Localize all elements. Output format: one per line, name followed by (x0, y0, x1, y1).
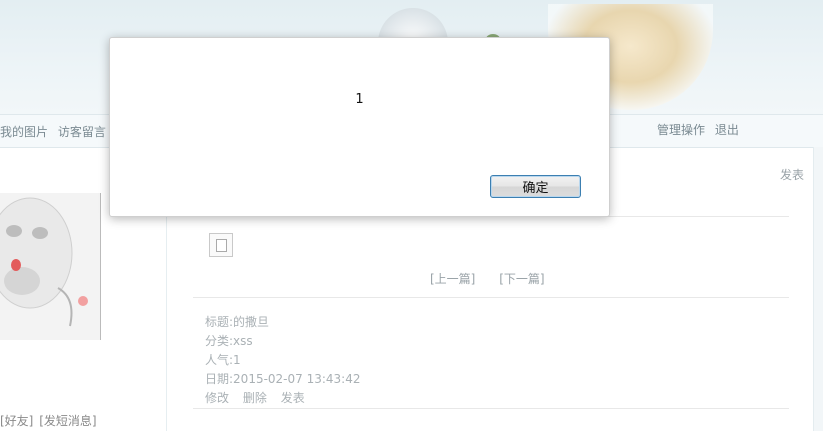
nav-guestbook[interactable]: 访客留言 (58, 125, 106, 139)
post-popularity: 人气:1 (205, 353, 241, 367)
nav-right: 管理操作 退出 (657, 121, 745, 138)
post-actions: 修改 删除 发表 (205, 389, 361, 408)
post-date: 日期:2015-02-07 13:43:42 (205, 372, 361, 386)
nav-my-pictures[interactable]: 我的图片 (0, 125, 48, 139)
sidebar-links: [好友] [发短消息] (0, 412, 99, 429)
ok-button[interactable]: 确定 (490, 175, 581, 198)
nav-logout[interactable]: 退出 (715, 123, 739, 137)
sidebar-message-link[interactable]: [发短消息] (39, 414, 96, 428)
prev-post-link[interactable]: [上一篇] (430, 272, 475, 286)
post-link[interactable]: 发表 (780, 166, 804, 183)
next-post-link[interactable]: [下一篇] (499, 272, 544, 286)
delete-link[interactable]: 删除 (243, 391, 267, 405)
edit-link[interactable]: 修改 (205, 391, 229, 405)
nav-left: 我的图片 访客留言 (0, 123, 112, 140)
avatar-illustration (0, 197, 88, 327)
sidebar-friends-link[interactable]: [好友] (0, 414, 33, 428)
publish-link[interactable]: 发表 (281, 391, 305, 405)
post-pager: [上一篇] [下一篇] (430, 270, 565, 287)
scrollbar[interactable] (813, 147, 823, 431)
nav-manage[interactable]: 管理操作 (657, 123, 705, 137)
post-meta: 标题:的撒旦 分类:xss 人气:1 日期:2015-02-07 13:43:4… (205, 313, 361, 408)
alert-dialog: 1 确定 (109, 37, 610, 217)
divider (193, 408, 789, 409)
post-category: 分类:xss (205, 334, 253, 348)
avatar (0, 193, 101, 340)
divider (193, 297, 789, 298)
broken-image-icon (209, 233, 233, 257)
alert-message: 1 (355, 92, 364, 107)
post-title: 标题:的撒旦 (205, 315, 270, 329)
